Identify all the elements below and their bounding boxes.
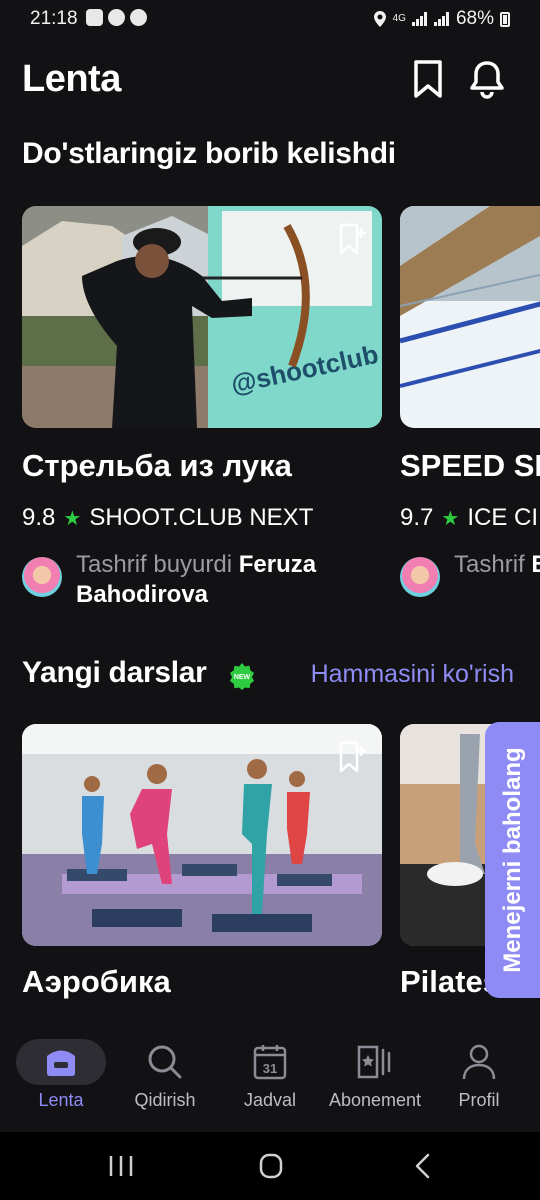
visitor-info: Tashrif buyurdi Feruza Bahodirova bbox=[22, 550, 366, 610]
visit-prefix: Tashrif buyurdi bbox=[76, 551, 239, 578]
user-icon bbox=[462, 1044, 496, 1080]
home-icon[interactable] bbox=[251, 1150, 291, 1182]
system-navigation-bar bbox=[0, 1132, 540, 1200]
nav-item-search[interactable]: Qidirish bbox=[111, 1030, 219, 1132]
rating-value: 9.8 bbox=[22, 504, 56, 531]
lessons-section-title: Yangi darslar bbox=[22, 656, 207, 689]
nav-label: Abonement bbox=[328, 1090, 422, 1110]
bookmark-add-icon[interactable] bbox=[338, 740, 368, 774]
notification-icons bbox=[86, 9, 147, 26]
card-image bbox=[22, 724, 382, 946]
app-icon bbox=[130, 9, 147, 26]
club-name: SHOOT.CLUB NEXT bbox=[89, 504, 314, 531]
card-image: @shootclub bbox=[22, 206, 382, 428]
nav-label: Lenta bbox=[38, 1090, 84, 1110]
card-image bbox=[400, 206, 540, 428]
archery-photo: @shootclub bbox=[22, 206, 382, 428]
signal-icon bbox=[411, 12, 428, 26]
svg-text:NEW: NEW bbox=[234, 674, 251, 681]
ice-rink-photo bbox=[400, 206, 540, 428]
star-icon: ★ bbox=[63, 507, 82, 530]
calendar-icon: 31 bbox=[253, 1045, 287, 1080]
nav-label: Profil bbox=[458, 1090, 500, 1110]
status-time: 21:18 bbox=[30, 8, 78, 29]
status-right: 4G 68% bbox=[373, 8, 510, 30]
nav-item-subscription[interactable]: Abonement bbox=[321, 1030, 429, 1132]
battery-percent: 68% bbox=[455, 8, 494, 29]
card-meta: 9.7 ★ ICE CI bbox=[400, 504, 538, 532]
nav-item-profile[interactable]: Profil bbox=[425, 1030, 533, 1132]
friends-section-title: Do'stlaringiz borib kelishdi bbox=[22, 137, 396, 170]
rate-manager-label: Menejerni baholang bbox=[498, 747, 526, 973]
bottom-navigation: Lenta Qidirish 31 Jadval Abonement Profi… bbox=[0, 1030, 540, 1132]
bell-icon[interactable] bbox=[467, 58, 507, 100]
location-icon bbox=[373, 11, 386, 27]
visitor-info: Tashrif Bahodi bbox=[400, 550, 540, 597]
rating-value: 9.7 bbox=[400, 504, 434, 531]
new-badge-icon: NEW bbox=[230, 663, 254, 690]
card-title: Аэробика bbox=[22, 964, 171, 999]
bookmark-icon[interactable] bbox=[408, 58, 448, 100]
bookmark-add-icon[interactable] bbox=[338, 222, 368, 256]
aerobics-photo bbox=[22, 724, 382, 946]
activity-card[interactable]: @shootclub Стрельба из лука 9.8 ★ SHOOT.… bbox=[22, 206, 382, 616]
search-icon bbox=[148, 1045, 182, 1079]
rate-manager-button[interactable]: Menejerni baholang bbox=[485, 722, 540, 998]
see-all-link[interactable]: Hammasini ko'rish bbox=[311, 660, 514, 689]
visit-prefix: Tashrif bbox=[454, 551, 532, 578]
gallery-icon bbox=[86, 9, 103, 26]
avatar bbox=[400, 557, 440, 597]
visitor-name: Bahodi bbox=[531, 551, 540, 578]
card-meta: 9.8 ★ SHOOT.CLUB NEXT bbox=[22, 504, 313, 532]
battery-icon bbox=[500, 11, 510, 27]
app-icon bbox=[108, 9, 125, 26]
nav-item-schedule[interactable]: 31 Jadval bbox=[216, 1030, 324, 1132]
network-type: 4G bbox=[392, 13, 406, 24]
feed-icon bbox=[47, 1050, 75, 1076]
svg-text:31: 31 bbox=[263, 1061, 277, 1076]
nav-label: Qidirish bbox=[134, 1090, 196, 1110]
nav-label: Jadval bbox=[243, 1090, 297, 1110]
lesson-card[interactable]: Аэробика bbox=[22, 724, 382, 1004]
page-title: Lenta bbox=[22, 58, 121, 100]
nav-item-lenta[interactable]: Lenta bbox=[7, 1030, 115, 1132]
back-icon[interactable] bbox=[404, 1150, 444, 1182]
avatar bbox=[22, 557, 62, 597]
card-title: Стрельба из лука bbox=[22, 448, 292, 483]
activity-card[interactable]: SPEED SK 9.7 ★ ICE CI Tashrif Bahodi bbox=[400, 206, 540, 616]
status-bar: 21:18 4G 68% bbox=[0, 0, 540, 40]
club-name: ICE CI bbox=[467, 504, 538, 531]
recents-icon[interactable] bbox=[101, 1150, 141, 1182]
subscription-card-icon bbox=[357, 1045, 391, 1079]
signal-icon bbox=[433, 12, 450, 26]
card-title: SPEED SK bbox=[400, 448, 540, 483]
star-icon: ★ bbox=[441, 507, 460, 530]
